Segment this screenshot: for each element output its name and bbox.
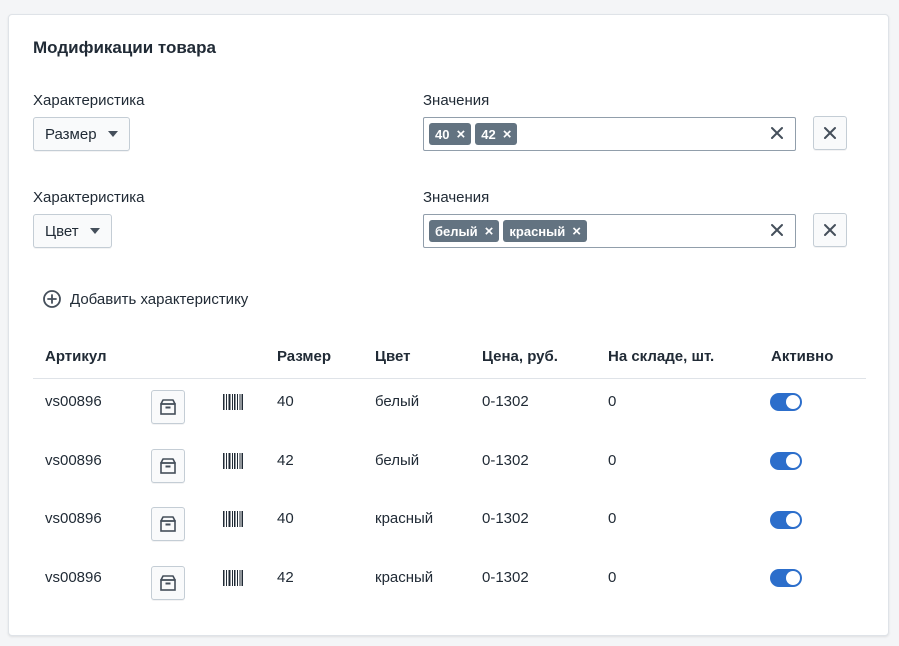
cell-price: 0-1302 [482,393,529,410]
barcode-icon[interactable] [223,570,243,586]
close-icon[interactable]: × [572,224,581,239]
cell-sku: vs00896 [45,393,102,410]
values-label-2: Значения [423,189,490,206]
active-toggle[interactable] [770,511,802,529]
add-characteristic-label: Добавить характеристику [70,290,249,308]
cell-size: 40 [277,510,294,527]
barcode-icon[interactable] [223,511,243,527]
cell-stock: 0 [608,510,617,527]
archive-box-icon [160,575,176,591]
close-icon[interactable]: × [503,127,512,142]
characteristic-select-value: Размер [45,125,97,143]
box-button[interactable] [151,449,185,483]
archive-box-icon [160,458,176,474]
active-toggle[interactable] [770,393,802,411]
value-tag-label: 42 [481,126,496,142]
value-tag: 40 × [429,123,472,145]
close-icon[interactable]: × [485,224,494,239]
close-icon [824,127,836,139]
clear-values-icon[interactable] [768,221,786,239]
cell-color: красный [375,510,434,527]
cell-size: 42 [277,569,294,586]
cell-stock: 0 [608,452,617,469]
cell-stock: 0 [608,569,617,586]
box-button[interactable] [151,390,185,424]
add-characteristic-button[interactable]: Добавить характеристику [42,289,248,309]
header-size: Размер [277,348,332,365]
close-icon [824,224,836,236]
remove-option-button-2[interactable] [813,213,847,247]
value-tag: белый × [429,220,500,242]
remove-option-button-1[interactable] [813,116,847,150]
header-active: Активно [771,348,834,365]
cell-sku: vs00896 [45,569,102,586]
cell-sku: vs00896 [45,510,102,527]
cell-color: белый [375,452,420,469]
characteristic-select-1[interactable]: Размер [33,117,130,151]
barcode-icon[interactable] [223,394,243,410]
archive-box-icon [160,399,176,415]
header-color: Цвет [375,348,411,365]
toggle-knob [786,513,800,527]
value-tag-label: белый [435,223,478,239]
header-price: Цена, руб. [482,348,558,365]
values-input-1[interactable]: 40 × 42 × [423,117,796,151]
close-icon[interactable]: × [456,127,465,142]
product-variants-card: Модификации товара Характеристика Размер… [8,14,889,636]
toggle-knob [786,571,800,585]
cell-price: 0-1302 [482,510,529,527]
active-toggle[interactable] [770,569,802,587]
cell-size: 42 [277,452,294,469]
caret-down-icon [107,131,118,137]
cell-sku: vs00896 [45,452,102,469]
characteristic-select-value: Цвет [45,222,79,240]
value-tag: красный × [503,220,588,242]
table-divider [33,378,866,379]
cell-size: 40 [277,393,294,410]
cell-color: белый [375,393,420,410]
characteristic-label-2: Характеристика [33,189,145,206]
values-input-2[interactable]: белый × красный × [423,214,796,248]
card-title: Модификации товара [33,38,216,57]
header-stock: На складе, шт. [608,348,715,365]
toggle-knob [786,395,800,409]
characteristic-select-2[interactable]: Цвет [33,214,112,248]
box-button[interactable] [151,566,185,600]
values-label-1: Значения [423,92,490,109]
cell-color: красный [375,569,434,586]
header-sku: Артикул [45,348,107,365]
barcode-icon[interactable] [223,453,243,469]
active-toggle[interactable] [770,452,802,470]
cell-price: 0-1302 [482,452,529,469]
value-tag-label: 40 [435,126,450,142]
plus-circle-icon [43,290,61,308]
cell-stock: 0 [608,393,617,410]
box-button[interactable] [151,507,185,541]
archive-box-icon [160,516,176,532]
value-tag: 42 × [475,123,518,145]
toggle-knob [786,454,800,468]
characteristic-label-1: Характеристика [33,92,145,109]
caret-down-icon [89,228,100,234]
value-tag-label: красный [509,223,566,239]
clear-values-icon[interactable] [768,124,786,142]
cell-price: 0-1302 [482,569,529,586]
